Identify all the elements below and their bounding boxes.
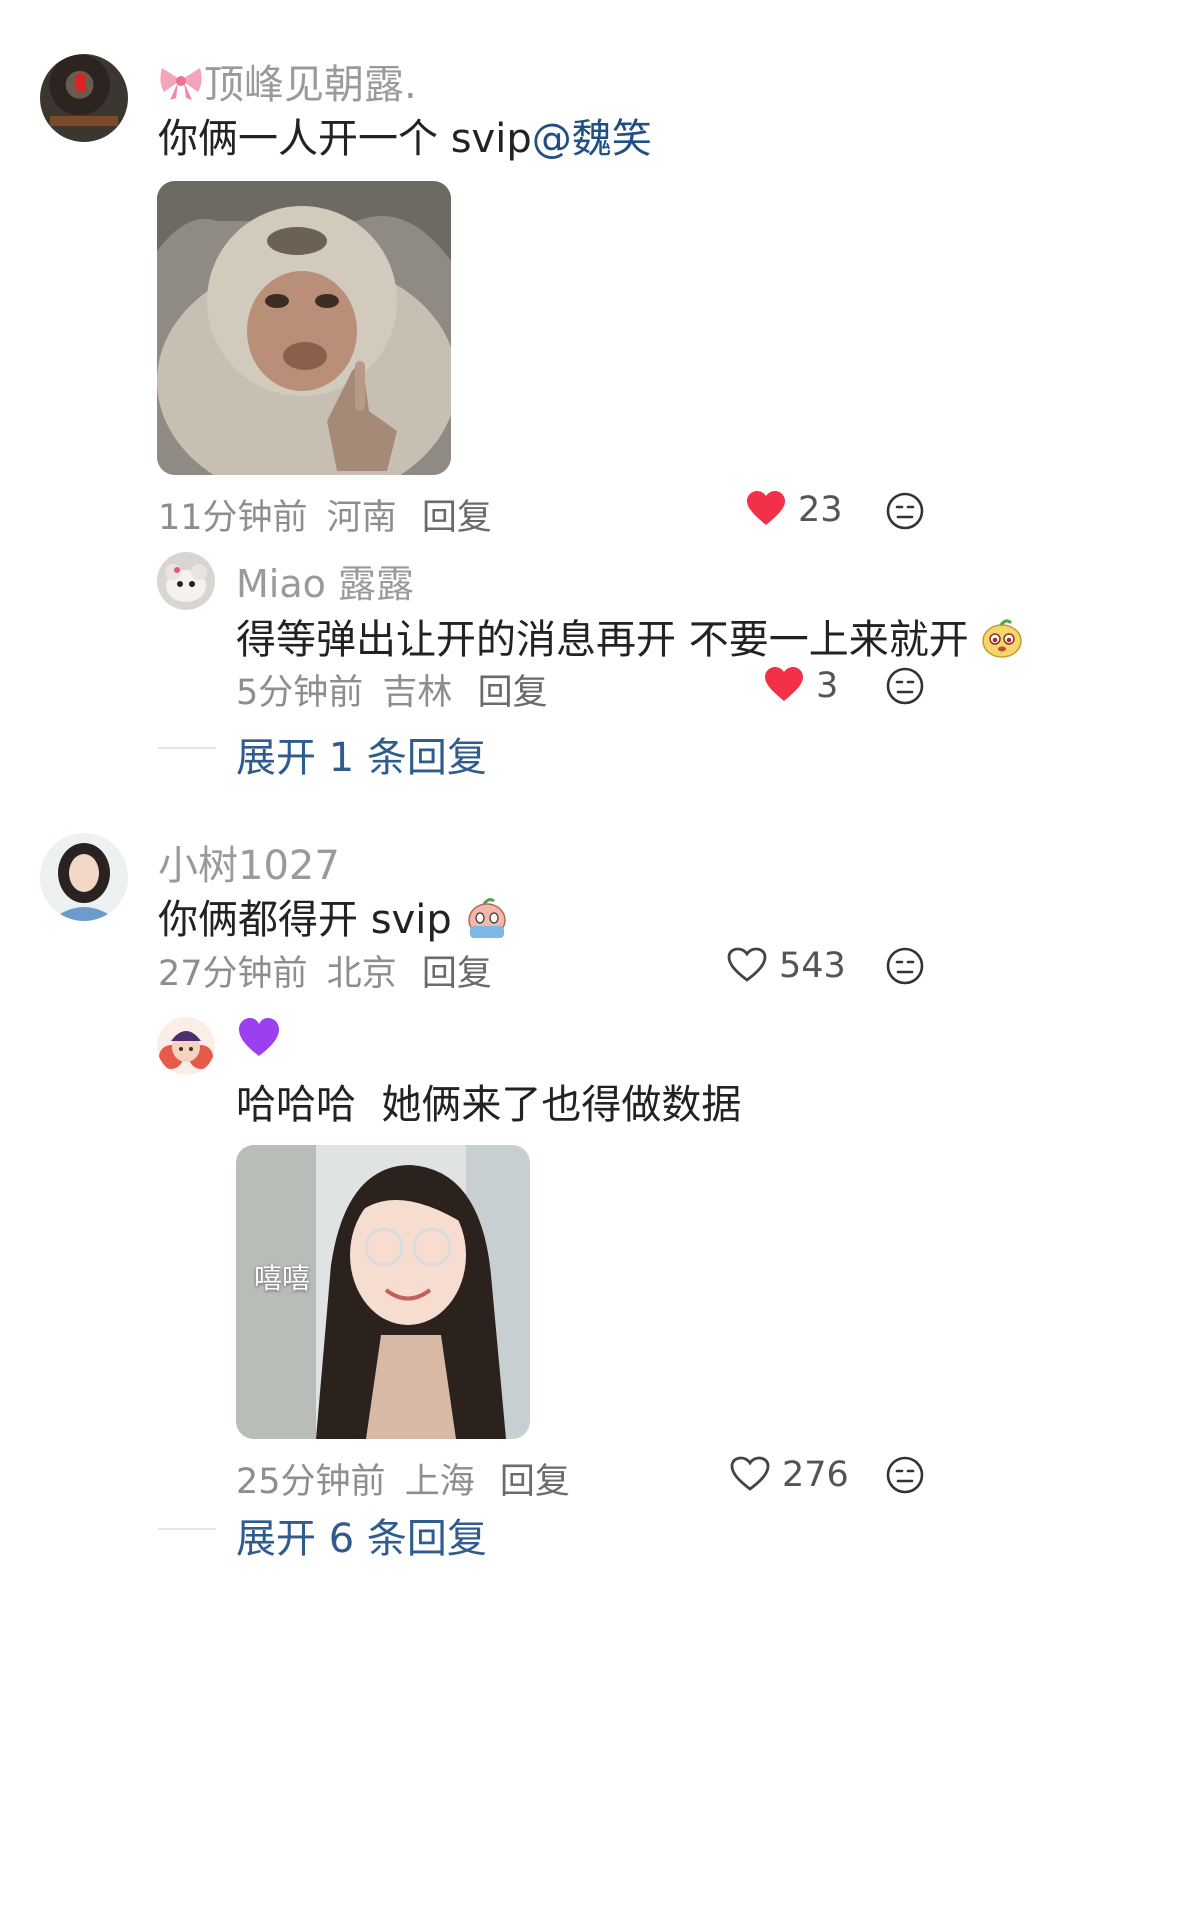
reply-meta: 25分钟前 上海 回复 xyxy=(236,1462,570,1502)
image-caption: 嘻嘻 xyxy=(254,1262,311,1295)
crying-face-emoji xyxy=(464,896,510,940)
expand-replies-button[interactable]: 展开 6 条回复 xyxy=(236,1506,487,1564)
dislike-face-icon[interactable] xyxy=(886,947,924,985)
comment-text: 你俩都得开 svip xyxy=(158,887,510,945)
reply-button[interactable]: 回复 xyxy=(478,673,548,713)
username[interactable]: 顶峰见朝露. xyxy=(158,52,417,110)
comment-meta: 11分钟前 河南 回复 xyxy=(158,498,492,538)
like-count: 276 xyxy=(782,1455,849,1495)
dislike-face-icon[interactable] xyxy=(886,1456,924,1494)
bow-icon xyxy=(158,64,204,102)
avatar[interactable] xyxy=(40,833,128,921)
monkey-image xyxy=(157,181,451,475)
like-count: 23 xyxy=(798,490,843,530)
expand-replies-button[interactable]: 展开 1 条回复 xyxy=(236,725,487,783)
like-heart-icon[interactable] xyxy=(727,947,767,983)
reply-button[interactable]: 回复 xyxy=(500,1462,570,1502)
reply-button[interactable]: 回复 xyxy=(422,954,492,994)
divider xyxy=(158,747,216,749)
mention-link[interactable]: @魏笑 xyxy=(532,116,652,162)
like-heart-icon[interactable] xyxy=(746,491,786,527)
reply-meta: 5分钟前 吉林 回复 xyxy=(236,673,548,713)
dislike-face-icon[interactable] xyxy=(886,667,924,705)
divider xyxy=(158,1528,216,1530)
avatar[interactable] xyxy=(157,552,215,610)
username[interactable]: 小树1027 xyxy=(158,833,340,891)
dislike-face-icon[interactable] xyxy=(886,492,924,530)
comment-image[interactable] xyxy=(157,181,451,475)
like-heart-icon[interactable] xyxy=(730,1456,770,1492)
avatar[interactable] xyxy=(40,54,128,142)
cute-face-emoji xyxy=(981,617,1023,659)
purple-heart-icon xyxy=(238,1018,280,1062)
like-count: 3 xyxy=(816,666,839,706)
username[interactable]: Miao 露露 xyxy=(236,553,414,608)
avatar[interactable] xyxy=(157,1017,215,1075)
reply-image[interactable]: 嘻嘻 xyxy=(236,1145,530,1439)
like-count: 543 xyxy=(779,946,846,986)
username-text: 顶峰见朝露. xyxy=(204,62,417,108)
comment-meta: 27分钟前 北京 回复 xyxy=(158,954,492,994)
reply-button[interactable]: 回复 xyxy=(422,498,492,538)
reply-text: 得等弹出让开的消息再开 不要一上来就开 xyxy=(236,607,1023,665)
comment-text: 你俩一人开一个 svip@魏笑 xyxy=(158,116,652,162)
like-heart-icon[interactable] xyxy=(764,667,804,703)
reply-text: 哈哈哈 她俩来了也得做数据 xyxy=(236,1082,742,1128)
